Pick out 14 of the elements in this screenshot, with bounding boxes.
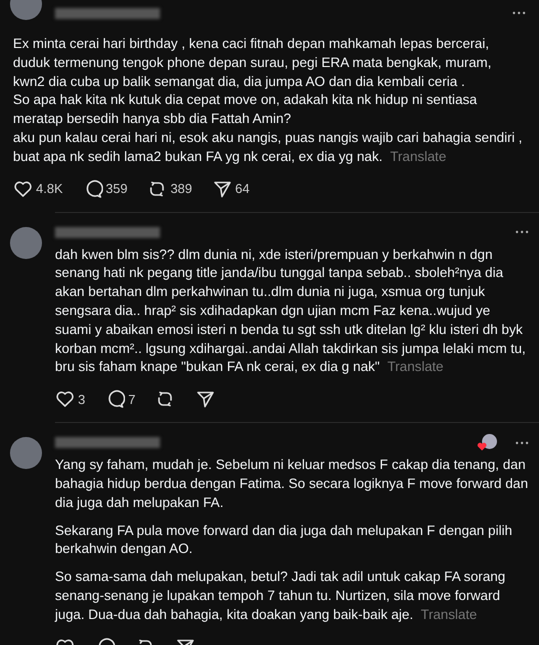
share-count: 64 xyxy=(235,181,250,196)
reply-count: 359 xyxy=(106,181,128,196)
translate-link[interactable]: Translate xyxy=(420,606,477,622)
translate-link[interactable]: Translate xyxy=(387,359,444,374)
post-text: Yang sy faham, mudah je. Sebelum ni keluar medsos F cakap dia tenang, dan bahagia hidup berdua dengan Fatima. So secara logiknya F move forward dan dia juga dah melupakan FA. xyxy=(55,456,529,512)
post-text: Ex minta cerai hari birthday , kena caci fitnah depan mahkamah lepas bercerai, duduk termenung tengok phone depan surau, pegi ERA mata bengkak, muram, kwn2 dia cuba up balik semangat dia, dia jumpa AO dan dia kembali ceria . So apa hak kita nk kutuk dia cepat move on, adakah kita nk hidup ni sentiasa meratap bersedih hanya sbb dia Fattah Amin? aku pun kalau cerai hari ni, esok aku nangis, puas nangis wajib cari bahagia sendiri , buat apa nk sedih lama2 bukan FA yg nk cerai, ex dia yg nak. Translate xyxy=(13,35,524,166)
reply-count: 7 xyxy=(128,392,136,407)
post-text: dah kwen blm sis?? dlm dunia ni, xde isteri/prempuan y berkahwin n dgn senang hati nk pegang title janda/ibu tunggal tanpa sebab.. sboleh²nya dia akan bertahan dlm perkahwinan tu..dlm dunia ni juga, xsmua org tunjuk sengsara dia.. hrap² sis xdihadapkan dgn ujian mcm Faz kena..wujud ye suami y abaikan emosi isteri n benda tu sgt ssh utk ditelan lg² klu isteri dh byk korban mcm².. lgsung xdihargai..andai Allah takdirkan sis jumpa lelaki mcm tu, bru sis faham knape "bukan FA nk cerai, ex dia g nak" Translate xyxy=(55,246,527,376)
translate-link[interactable]: Translate xyxy=(390,148,446,164)
like-count: 4.8K xyxy=(36,181,63,196)
post-text: Sekarang FA pula move forward dan dia juga dah melupakan F dengan pilih berkahwin dengan AO. xyxy=(55,522,514,558)
repost-count: 389 xyxy=(170,181,192,196)
like-count: 3 xyxy=(78,392,86,407)
post-text: So sama-sama dah melupakan, betul? Jadi tak adil untuk cakap FA sorang senang-senang je lupakan tempoh 7 tahun tu. Nurtizen, sila move forward juga. Dua-dua dah bahagia, kita doakan yang baik-baik aje. Translate xyxy=(55,568,506,624)
